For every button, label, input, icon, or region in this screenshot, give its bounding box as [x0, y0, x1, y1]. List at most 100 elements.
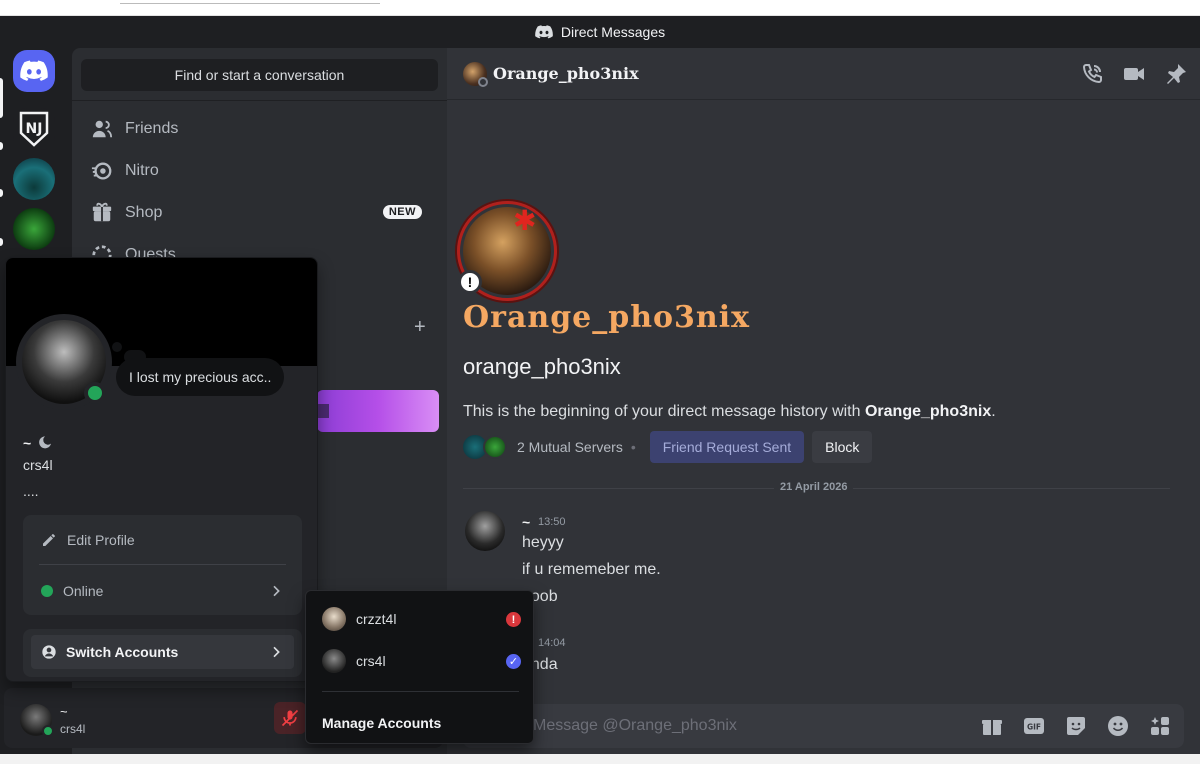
gif-icon[interactable]: GIF — [1022, 714, 1046, 738]
nav-nitro-label: Nitro — [125, 162, 159, 179]
nitro-promo-banner[interactable] — [317, 390, 439, 432]
shop-icon — [92, 202, 112, 222]
sidebar-divider — [72, 100, 447, 101]
custom-status-bubble[interactable]: I lost my precious acc.. — [116, 358, 285, 396]
emoji-icon[interactable] — [1106, 714, 1130, 738]
intro-name: Orange_pho3nix — [864, 403, 992, 420]
intro-suffix: . — [991, 403, 996, 420]
chat-header-name[interactable]: Orange_pho3nix — [493, 64, 639, 83]
switch-accounts-menu: crzzt4l ! crs4l ✓ Manage Accounts — [305, 590, 534, 744]
mutual-server-2 — [483, 435, 507, 459]
nav-friends[interactable]: Friends — [81, 109, 438, 149]
discord-logo-icon — [20, 60, 48, 81]
server-nj-icon[interactable]: NJ — [13, 108, 55, 150]
switch-accounts-button[interactable]: Switch Accounts — [31, 635, 294, 669]
home-button[interactable] — [13, 50, 55, 92]
nav-friends-label: Friends — [125, 120, 179, 137]
chat-header: Orange_pho3nix — [447, 48, 1200, 100]
account-name: crzzt4l — [356, 611, 397, 627]
profile-username: orange_pho3nix — [463, 354, 621, 379]
rail-unread-indicator — [0, 189, 3, 197]
online-status-dot — [42, 725, 54, 737]
thought-dot — [112, 342, 122, 352]
create-dm-plus-icon[interactable]: + — [414, 316, 426, 339]
edit-profile-label: Edit Profile — [67, 532, 135, 548]
svg-text:GIF: GIF — [1027, 723, 1041, 732]
avatar — [322, 649, 346, 673]
edit-profile-button[interactable]: Edit Profile — [31, 520, 294, 560]
online-status-dot — [84, 382, 106, 404]
pin-icon[interactable] — [1164, 62, 1188, 86]
alert-icon: ! — [506, 612, 521, 627]
mutual-servers-link[interactable]: 2 Mutual Servers — [517, 439, 623, 455]
voice-call-icon[interactable] — [1080, 62, 1104, 86]
online-status-dot — [41, 585, 53, 597]
nav-shop-label: Shop — [125, 204, 163, 221]
message-composer[interactable]: Message @Orange_pho3nix GIF — [463, 704, 1184, 748]
composer-actions: GIF — [980, 714, 1172, 738]
nitro-icon — [91, 162, 112, 180]
new-badge: NEW — [382, 205, 422, 219]
popout-username: crs4l — [23, 457, 53, 473]
rail-unread-indicator — [0, 238, 3, 246]
warning-icon: ! — [458, 270, 482, 294]
mic-muted-icon — [281, 709, 299, 727]
friend-request-sent-button[interactable]: Friend Request Sent — [649, 431, 805, 463]
user-panel-tag: crs4l — [60, 722, 86, 736]
friends-icon — [92, 120, 113, 138]
switch-accounts-card: Switch Accounts — [23, 629, 302, 677]
block-button[interactable]: Block — [812, 431, 873, 463]
message-timestamp: 13:50 — [538, 516, 566, 528]
dm-intro-text: This is the beginning of your direct mes… — [463, 403, 996, 421]
mute-button[interactable] — [274, 702, 306, 734]
manage-accounts-button[interactable]: Manage Accounts — [322, 715, 441, 731]
account-icon — [42, 645, 56, 659]
message-line: heyyy — [522, 534, 564, 551]
message-line: if u rememeber me. — [522, 561, 661, 578]
nav-nitro[interactable]: Nitro — [81, 151, 438, 191]
video-call-icon[interactable] — [1122, 62, 1146, 86]
anger-decoration-icon: ✱ — [513, 205, 537, 236]
sticker-icon[interactable] — [1064, 714, 1088, 738]
avatar — [322, 607, 346, 631]
moon-icon — [39, 436, 52, 449]
gift-icon[interactable] — [980, 714, 1004, 738]
avatar[interactable] — [465, 511, 505, 551]
switch-accounts-label: Switch Accounts — [66, 644, 179, 660]
popout-bio: .... — [23, 483, 39, 499]
account-item[interactable]: crzzt4l ! — [314, 599, 527, 639]
window-title: Direct Messages — [560, 24, 666, 40]
server-teal-icon[interactable] — [13, 158, 55, 200]
dot-separator: • — [630, 439, 636, 455]
pencil-icon — [43, 534, 55, 546]
rail-unread-indicator — [0, 142, 3, 150]
profile-actions-card: Edit Profile Online — [23, 515, 302, 615]
mutual-servers-icons — [463, 435, 509, 459]
header-actions — [1080, 62, 1188, 86]
message-author[interactable]: ~ — [522, 514, 530, 530]
banner-chip — [317, 404, 329, 418]
apps-icon[interactable] — [1148, 714, 1172, 738]
discord-app: Direct Messages NJ Find or start a conve… — [0, 16, 1200, 754]
server-green-icon[interactable] — [13, 208, 55, 250]
browser-ghost-line — [120, 0, 380, 4]
message-timestamp: 14:04 — [538, 637, 566, 649]
bottom-strip — [0, 754, 1200, 764]
user-panel-name: ~ — [60, 704, 68, 719]
date-divider-label: 21 April 2026 — [774, 481, 854, 493]
account-name: crs4l — [356, 653, 386, 669]
svg-text:NJ: NJ — [26, 121, 43, 137]
status-selector[interactable]: Online — [31, 571, 294, 611]
nj-shield-icon: NJ — [19, 111, 49, 147]
menu-divider — [322, 691, 519, 692]
check-icon: ✓ — [506, 654, 521, 669]
intro-prefix: This is the beginning of your direct mes… — [463, 403, 865, 420]
offline-status-dot — [478, 77, 488, 87]
chat-area: Orange_pho3nix ✱ ! Orange_pho3nix orange… — [447, 48, 1200, 754]
nav-shop[interactable]: Shop NEW — [81, 193, 438, 233]
title-bar: Direct Messages — [0, 16, 1200, 48]
chevron-right-icon — [273, 585, 280, 597]
account-item[interactable]: crs4l ✓ — [314, 641, 527, 681]
popout-display-name: ~ — [23, 435, 53, 451]
find-conversation-button[interactable]: Find or start a conversation — [81, 59, 438, 91]
